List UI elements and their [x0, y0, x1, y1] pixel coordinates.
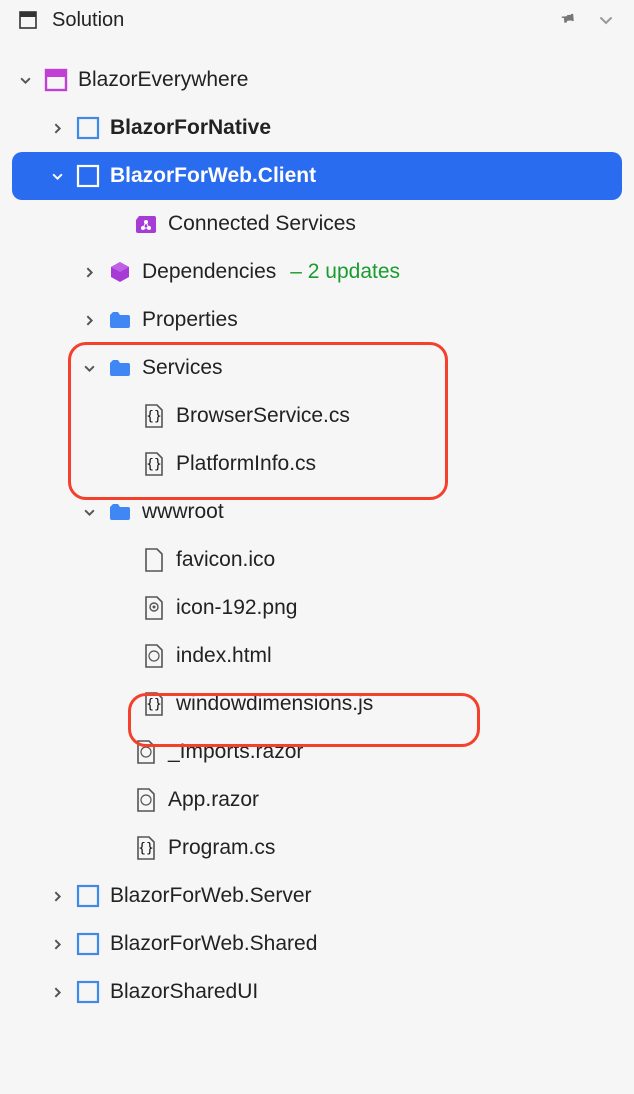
project-label: BlazorForWeb.Client [110, 164, 316, 188]
chevron-right-icon[interactable] [48, 938, 66, 951]
folder-label: Services [142, 356, 223, 380]
project-native[interactable]: BlazorForNative [12, 104, 622, 152]
project-label: BlazorForWeb.Shared [110, 932, 317, 956]
razor-file-icon [132, 738, 160, 766]
project-icon [74, 930, 102, 958]
project-shared[interactable]: BlazorForWeb.Shared [12, 920, 622, 968]
file-label: PlatformInfo.cs [176, 452, 316, 476]
chevron-right-icon[interactable] [48, 122, 66, 135]
project-server[interactable]: BlazorForWeb.Server [12, 872, 622, 920]
file-favicon[interactable]: favicon.ico [12, 536, 622, 584]
folder-label: wwwroot [142, 500, 224, 524]
csharp-file-icon: {} [132, 834, 160, 862]
project-icon [74, 114, 102, 142]
project-icon [74, 162, 102, 190]
file-label: favicon.ico [176, 548, 275, 572]
svg-text:{}: {} [146, 457, 162, 472]
svg-text:{}: {} [146, 697, 162, 712]
file-imports[interactable]: _Imports.razor [12, 728, 622, 776]
file-label: App.razor [168, 788, 259, 812]
svg-text:{}: {} [146, 409, 162, 424]
pin-icon[interactable] [554, 6, 582, 34]
solution-root[interactable]: BlazorEverywhere [12, 56, 622, 104]
chevron-down-icon[interactable] [80, 506, 98, 519]
updates-badge: – 2 updates [290, 260, 400, 284]
connected-services[interactable]: Connected Services [12, 200, 622, 248]
file-windowdimensions[interactable]: {} windowdimensions.js [12, 680, 622, 728]
folder-icon [106, 354, 134, 382]
file-label: Program.cs [168, 836, 275, 860]
image-file-icon [140, 594, 168, 622]
csharp-file-icon: {} [140, 450, 168, 478]
project-icon [74, 978, 102, 1006]
file-label: _Imports.razor [168, 740, 303, 764]
razor-file-icon [132, 786, 160, 814]
chevron-right-icon[interactable] [80, 266, 98, 279]
file-icon [140, 546, 168, 574]
dependencies[interactable]: Dependencies – 2 updates [12, 248, 622, 296]
file-platform-info[interactable]: {} PlatformInfo.cs [12, 440, 622, 488]
file-icon192[interactable]: icon-192.png [12, 584, 622, 632]
folder-icon [106, 498, 134, 526]
file-programcs[interactable]: {} Program.cs [12, 824, 622, 872]
chevron-down-icon[interactable] [48, 170, 66, 183]
project-label: BlazorForWeb.Server [110, 884, 312, 908]
wwwroot-folder[interactable]: wwwroot [12, 488, 622, 536]
file-indexhtml[interactable]: index.html [12, 632, 622, 680]
panel-menu-chevron-icon[interactable] [592, 6, 620, 34]
folder-label: Dependencies [142, 260, 276, 284]
file-browser-service[interactable]: {} BrowserService.cs [12, 392, 622, 440]
properties-folder[interactable]: Properties [12, 296, 622, 344]
chevron-down-icon[interactable] [80, 362, 98, 375]
js-file-icon: {} [140, 690, 168, 718]
project-label: BlazorSharedUI [110, 980, 258, 1004]
panel-title: Solution [52, 9, 544, 32]
project-label: BlazorForNative [110, 116, 271, 140]
chevron-right-icon[interactable] [48, 986, 66, 999]
solution-name: BlazorEverywhere [78, 68, 248, 92]
chevron-right-icon[interactable] [48, 890, 66, 903]
solution-tree: BlazorEverywhere BlazorForNative BlazorF… [0, 48, 634, 1024]
file-label: index.html [176, 644, 272, 668]
razor-file-icon [140, 642, 168, 670]
svg-text:{}: {} [138, 841, 154, 856]
solution-file-icon [42, 66, 70, 94]
dependencies-icon [106, 258, 134, 286]
chevron-down-icon[interactable] [16, 74, 34, 87]
chevron-right-icon[interactable] [80, 314, 98, 327]
solution-icon [14, 6, 42, 34]
file-label: icon-192.png [176, 596, 297, 620]
file-apprazor[interactable]: App.razor [12, 776, 622, 824]
project-icon [74, 882, 102, 910]
folder-icon [106, 306, 134, 334]
services-folder[interactable]: Services [12, 344, 622, 392]
panel-header: Solution [0, 0, 634, 48]
project-sharedui[interactable]: BlazorSharedUI [12, 968, 622, 1016]
csharp-file-icon: {} [140, 402, 168, 430]
connected-services-icon [132, 210, 160, 238]
folder-label: Properties [142, 308, 238, 332]
file-label: BrowserService.cs [176, 404, 350, 428]
file-label: windowdimensions.js [176, 692, 373, 716]
project-client[interactable]: BlazorForWeb.Client [12, 152, 622, 200]
folder-label: Connected Services [168, 212, 356, 236]
